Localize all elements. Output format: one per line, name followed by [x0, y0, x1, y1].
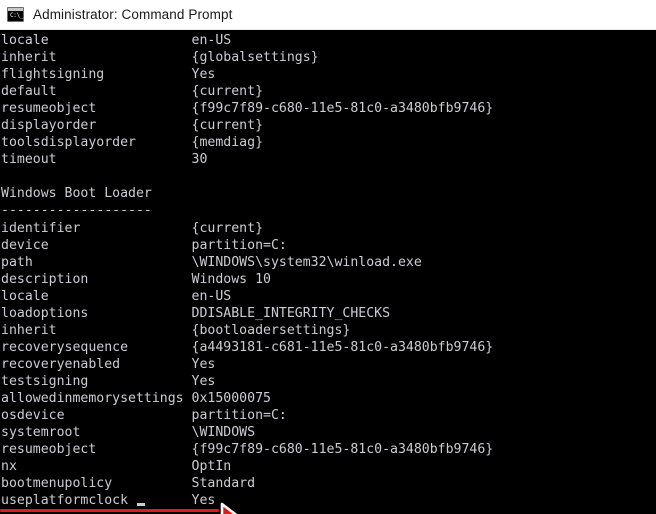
console-text: locale en-US inherit {globalsettings} fl… [1, 33, 494, 509]
command-prompt-window: C:\_ Administrator: Command Prompt local… [0, 0, 656, 514]
console-caret [137, 503, 145, 506]
console-window-icon: C:\_ [7, 7, 24, 22]
red-underline-annotation [0, 509, 219, 512]
window-titlebar[interactable]: C:\_ Administrator: Command Prompt [0, 0, 656, 30]
console-icon-prompt-glyph: C:\_ [10, 12, 24, 19]
window-title: Administrator: Command Prompt [33, 7, 233, 22]
console-icon-titlebar-stripe [8, 8, 23, 11]
console-output-area[interactable]: locale en-US inherit {globalsettings} fl… [0, 30, 656, 514]
